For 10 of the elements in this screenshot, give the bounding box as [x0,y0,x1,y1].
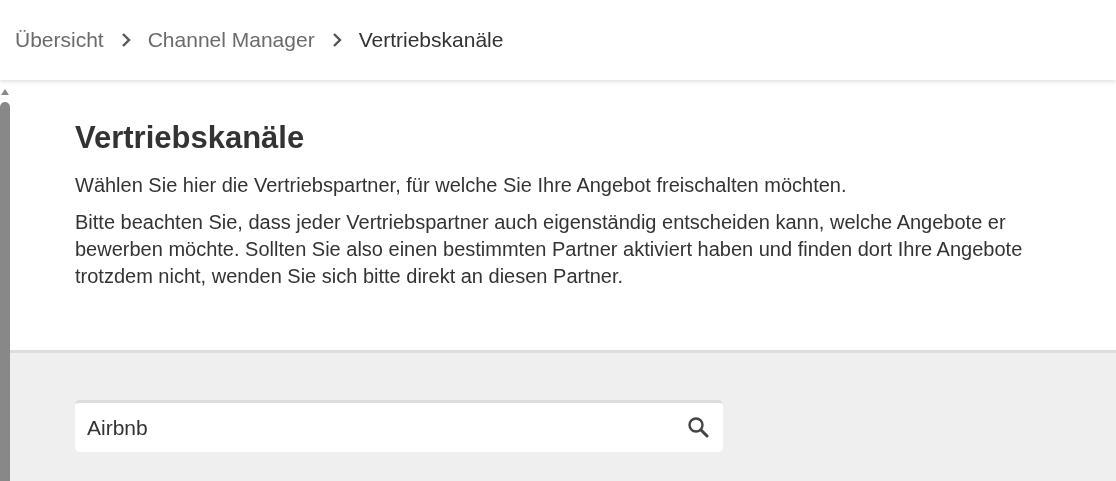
description-text: Bitte beachten Sie, dass jeder Vertriebspartner auch eigenständig entscheiden kann, welche Angebote er bewerben möchte. Sollten Sie also einen bestimmten Partner aktiviert haben und finden dort Ihre Angebote trotzdem nicht, wenden Sie sich bitte direkt an diesen Partner. [75,210,1024,289]
page-title: Vertriebskanäle [75,120,306,156]
search-icon[interactable] [687,416,709,438]
description-text: Wählen Sie hier die Vertriebspartner, für welche Sie Ihre Angebot freischalten möchten. [75,173,848,198]
chevron-right-icon [330,32,343,48]
breadcrumb-link[interactable]: Übersicht [15,28,104,52]
breadcrumb-current: Vertriebskanäle [358,28,504,52]
breadcrumb-link[interactable]: Channel Manager [147,28,315,52]
chevron-right-icon [119,32,132,48]
search-field[interactable]: Airbnb [75,400,723,452]
